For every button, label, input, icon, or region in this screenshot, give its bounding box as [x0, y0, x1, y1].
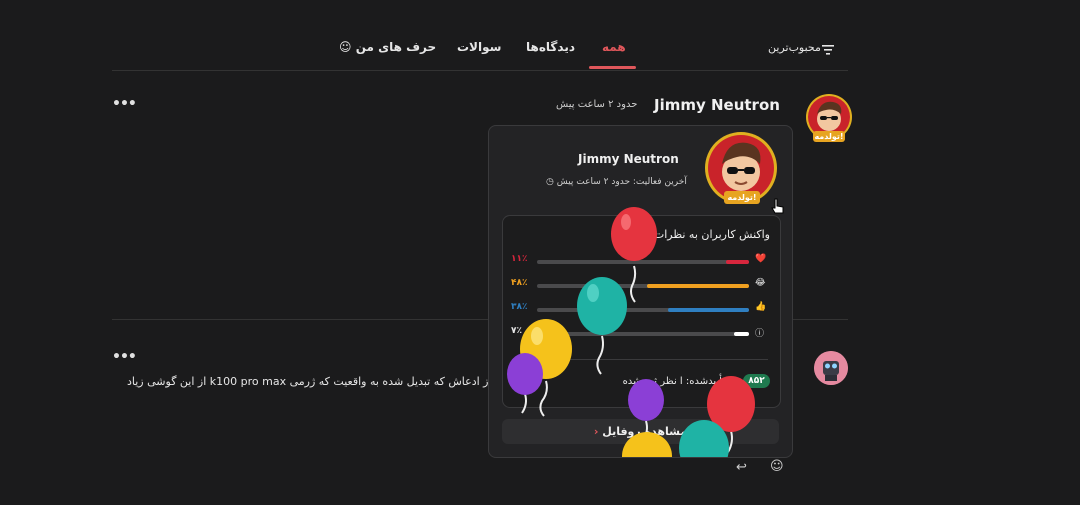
more-options-button[interactable]: ••• [112, 349, 137, 365]
tab-opinions[interactable]: دیدگاه‌ها [526, 40, 575, 54]
tab-questions[interactable]: سوالات [457, 40, 501, 54]
balloon [507, 353, 543, 414]
reply-icon[interactable]: ↩ [736, 460, 747, 475]
tab-my-words[interactable]: حرف های من ☺ [339, 40, 436, 54]
avatar-image [814, 351, 848, 385]
birthday-badge: تولدمه! [813, 131, 845, 142]
avatar[interactable] [814, 351, 848, 385]
sort-lines-icon[interactable] [822, 45, 834, 55]
active-tab-indicator [589, 66, 636, 69]
comment-time: حدود ۲ ساعت پیش [556, 99, 638, 110]
comment-author-name[interactable]: Jimmy Neutron [654, 96, 780, 114]
user-profile-popup: Jimmy Neutron آخرین فعالیت: حدود ۲ ساعت … [488, 125, 793, 458]
balloon [577, 277, 627, 375]
tab-my-words-label: حرف های من [355, 40, 437, 54]
smile-icon: ☺ [339, 40, 352, 54]
sort-label[interactable]: محبوب‌ترین [768, 41, 821, 54]
tab-bar: حرف های من ☺ سوالات دیدگاه‌ها همه محبوب‌… [112, 30, 848, 71]
comment-text: م از ادعاش که تبدیل شده به واقعیت که ژرم… [127, 375, 502, 388]
balloon [622, 432, 672, 457]
birthday-balloons [507, 207, 755, 457]
tab-all[interactable]: همه [602, 40, 626, 54]
balloon [628, 379, 664, 442]
smile-icon[interactable]: ☺ [770, 459, 784, 474]
more-options-button[interactable]: ••• [112, 96, 137, 112]
